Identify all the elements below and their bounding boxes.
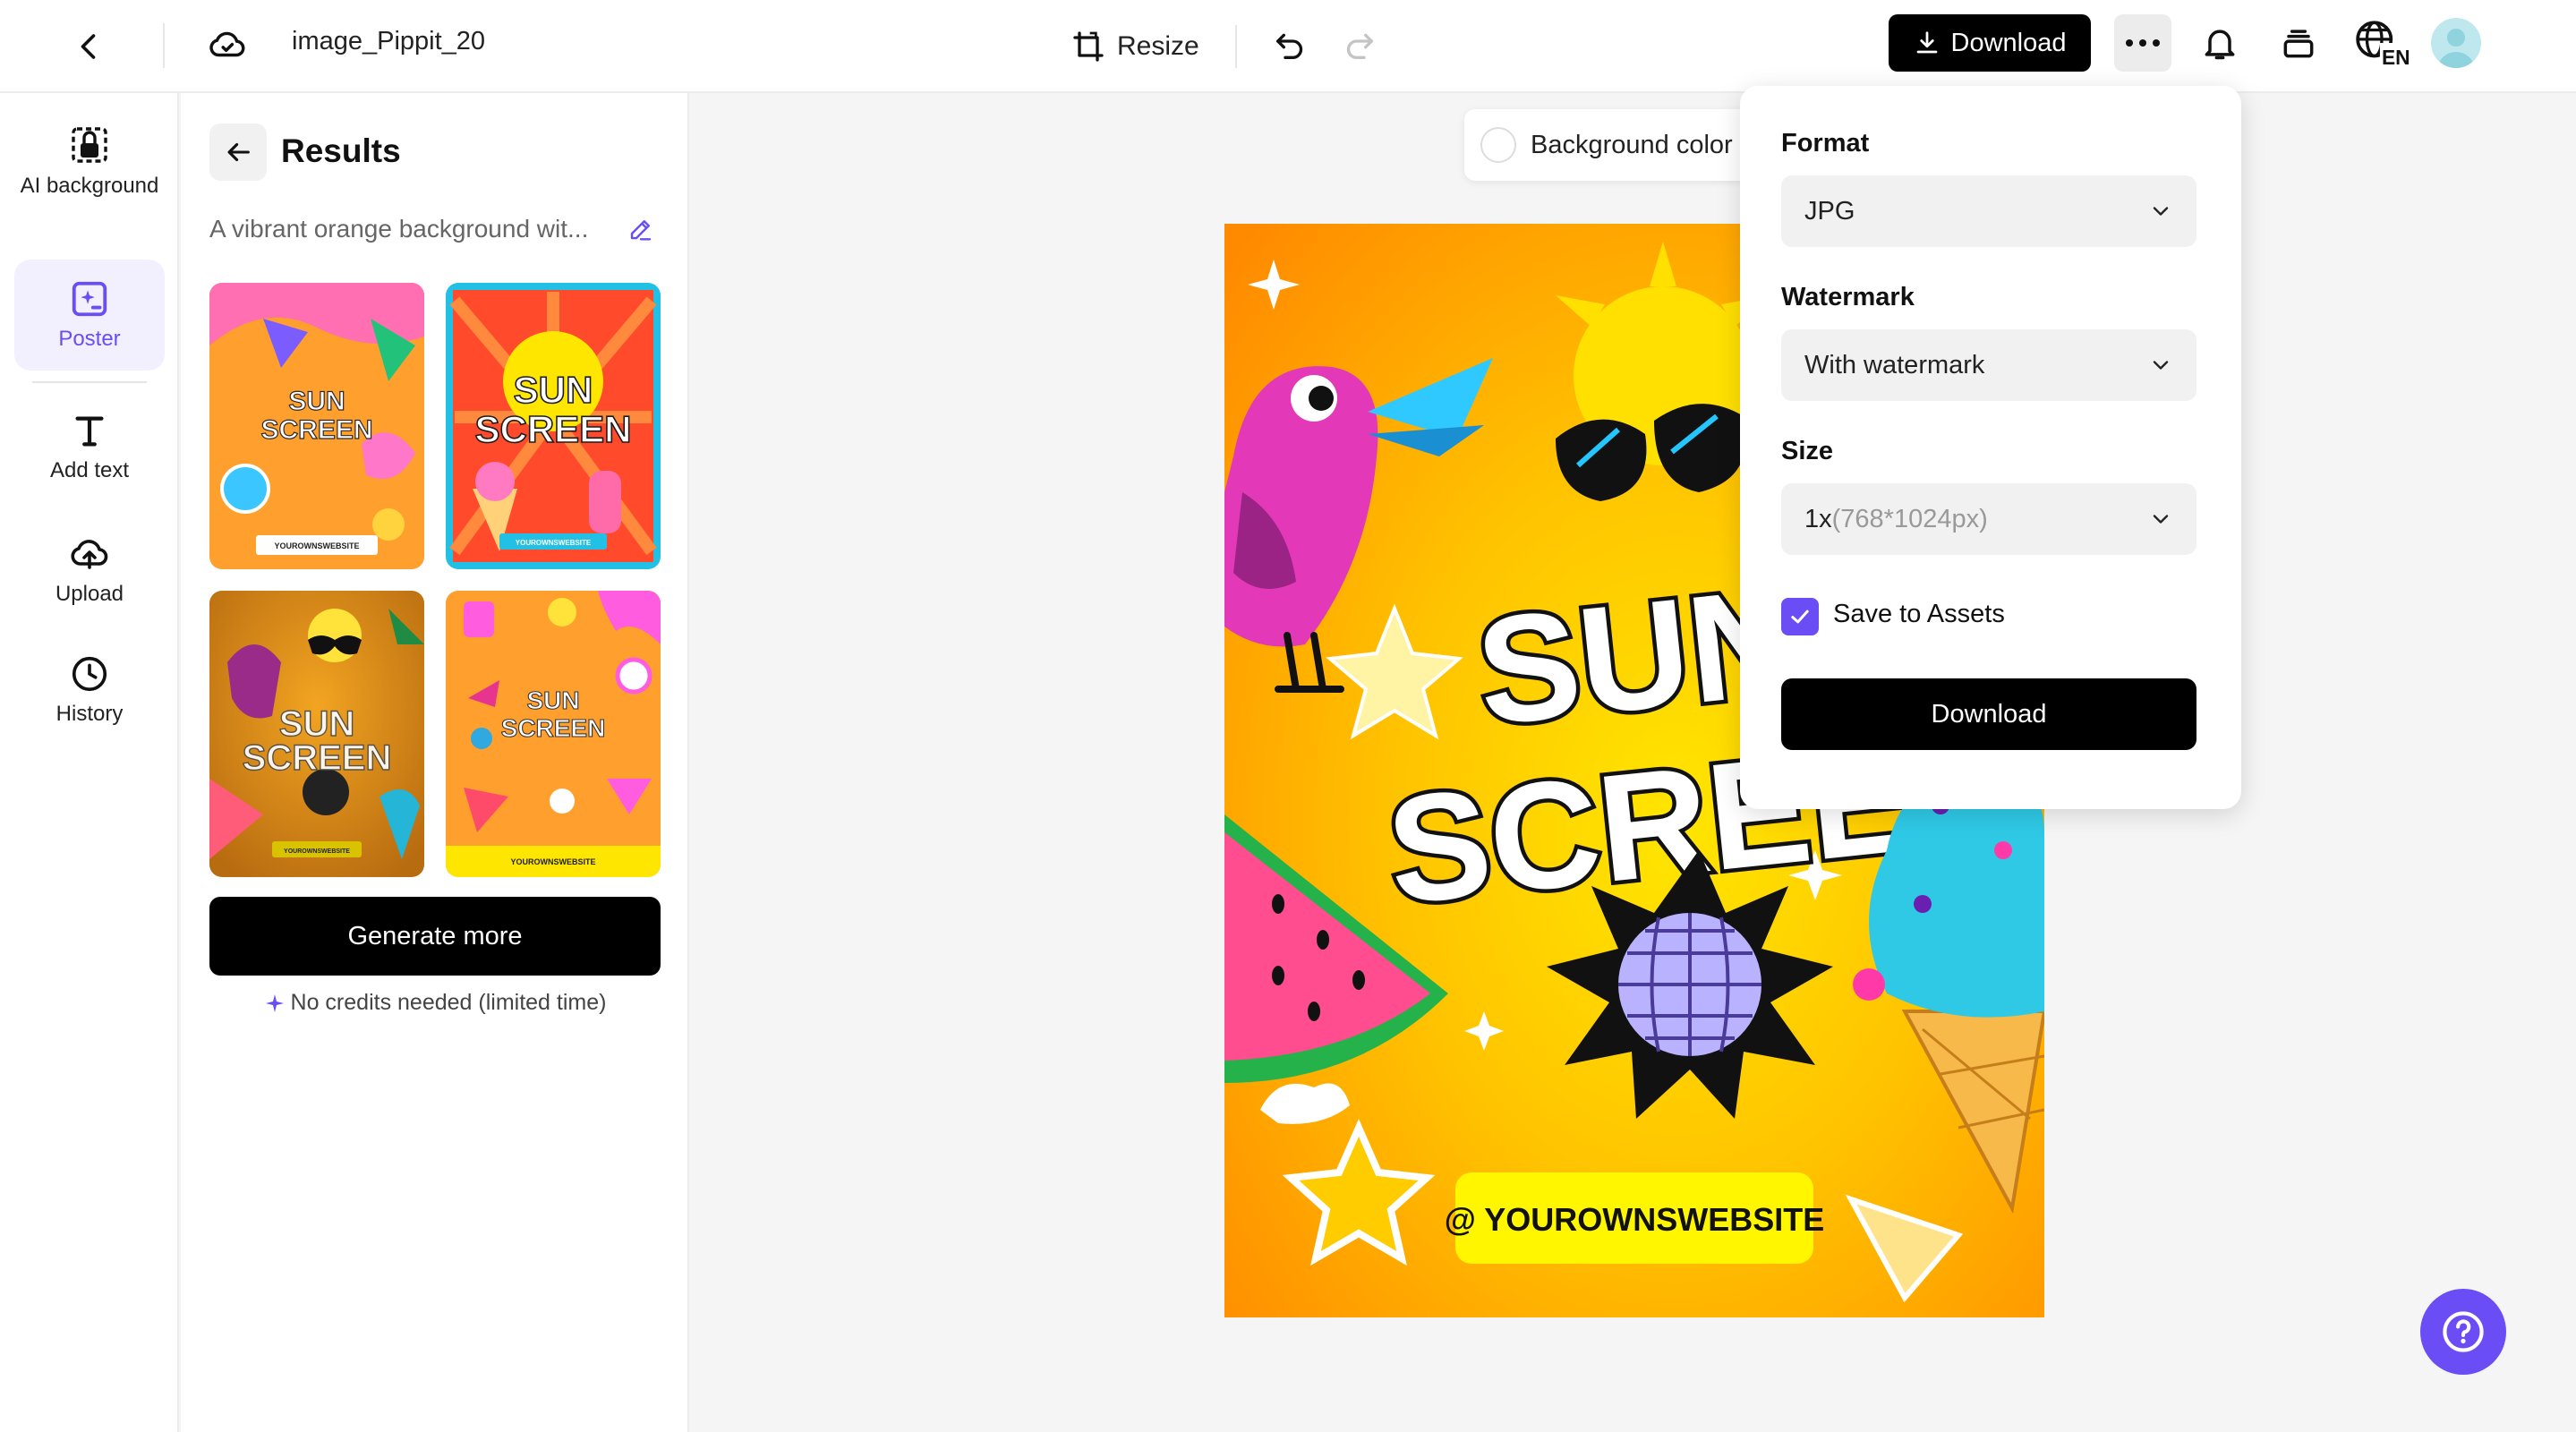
thumb-footer: YOUROWNSWEBSITE	[516, 539, 592, 547]
rail-item-label: Add text	[49, 458, 130, 482]
sparkle-icon	[265, 993, 284, 1012]
poster-website: @ YOUROWNSWEBSITE	[1445, 1201, 1824, 1238]
background-color-label: Background color	[1531, 130, 1733, 159]
background-color-button[interactable]: Background color	[1464, 109, 1760, 181]
text-icon	[75, 416, 104, 447]
format-select[interactable]: JPG	[1781, 175, 2196, 247]
download-label: Download	[1950, 28, 2067, 57]
result-thumbnail-4[interactable]: SUN SCREEN YOUROWNSWEBSITE	[446, 591, 661, 877]
generate-more-button[interactable]: Generate more	[209, 897, 661, 976]
size-label: Size	[1781, 437, 1834, 465]
thumb-footer: YOUROWNSWEBSITE	[510, 857, 595, 866]
cloud-sync-icon[interactable]	[202, 20, 252, 70]
format-label: Format	[1781, 129, 1870, 158]
rail-item-ai-background[interactable]: AI background	[14, 124, 165, 199]
thumb-title-line2: SCREEN	[243, 738, 392, 778]
arrow-left-icon	[227, 142, 250, 162]
save-to-assets-label[interactable]: Save to Assets	[1833, 600, 2005, 629]
redo-icon[interactable]	[1334, 20, 1386, 72]
thumb-title-line2: SCREEN	[260, 415, 372, 445]
avatar[interactable]	[2431, 18, 2481, 68]
help-icon	[2443, 1311, 2484, 1352]
format-value: JPG	[1804, 196, 1855, 226]
results-back-button[interactable]	[209, 124, 267, 181]
save-to-assets-checkbox[interactable]	[1781, 598, 1819, 635]
thumb-title-line2: SCREEN	[501, 714, 606, 742]
results-panel: Results A vibrant orange background wit.…	[181, 93, 689, 1432]
result-thumbnail-1[interactable]: SUN SCREEN YOUROWNSWEBSITE	[209, 283, 424, 569]
upload-icon	[71, 540, 108, 569]
left-tool-rail: AI background Poster Add text Upload His…	[0, 93, 179, 1432]
rail-divider	[32, 381, 147, 383]
resize-icon	[1073, 31, 1104, 62]
thumb-footer: YOUROWNSWEBSITE	[274, 541, 359, 550]
thumb-title-line2: SCREEN	[474, 408, 631, 450]
resize-button[interactable]: Resize	[1070, 21, 1199, 72]
edit-prompt-icon[interactable]	[623, 211, 659, 247]
rail-item-label: Upload	[55, 582, 124, 606]
chevron-down-icon	[2153, 515, 2169, 524]
notification-bell-icon[interactable]	[2193, 16, 2247, 70]
layers-icon[interactable]	[2272, 16, 2325, 70]
download-icon	[1916, 31, 1937, 54]
chevron-down-icon	[2153, 207, 2169, 216]
result-thumbnail-3[interactable]: SUN SCREEN YOUROWNSWEBSITE	[209, 591, 424, 877]
language-code: EN	[2382, 46, 2410, 68]
download-options-panel: Format JPG Watermark With watermark Size…	[1740, 86, 2241, 809]
file-name[interactable]: image_Pippit_20	[292, 27, 485, 56]
thumb-title-line1: SUN	[288, 387, 345, 416]
size-value-main: 1x	[1804, 504, 1832, 533]
rail-item-history[interactable]: History	[14, 653, 165, 727]
watermark-label: Watermark	[1781, 283, 1915, 311]
download-button[interactable]: Download	[1889, 14, 2091, 72]
result-thumbnail-2[interactable]: SUN SCREEN YOUROWNSWEBSITE	[446, 283, 661, 569]
watermark-value: With watermark	[1804, 350, 1985, 379]
top-bar: image_Pippit_20 Resize Download EN	[0, 0, 2576, 93]
app-root: image_Pippit_20 Resize Download EN AI ba…	[0, 0, 2576, 1432]
checkmark-icon	[1791, 609, 1809, 624]
resize-label: Resize	[1117, 31, 1199, 61]
confirm-download-button[interactable]: Download	[1781, 678, 2196, 750]
thumb-title-line1: SUN	[514, 369, 593, 411]
poster-icon	[72, 281, 107, 317]
credits-note: No credits needed (limited time)	[209, 990, 661, 1016]
more-options-button[interactable]	[2114, 14, 2171, 72]
thumb-title-line1: SUN	[526, 686, 579, 714]
rail-item-upload[interactable]: Upload	[14, 532, 165, 607]
help-button[interactable]	[2420, 1289, 2506, 1375]
rail-item-label: Poster	[58, 327, 121, 351]
prompt-text: A vibrant orange background wit...	[209, 215, 589, 243]
color-swatch	[1480, 127, 1516, 163]
undo-icon[interactable]	[1264, 20, 1316, 72]
ai-background-icon	[72, 127, 107, 163]
results-title: Results	[281, 132, 401, 169]
rail-item-label: History	[55, 702, 124, 726]
history-icon	[72, 656, 107, 692]
rail-item-label: AI background	[20, 174, 159, 198]
watermark-select[interactable]: With watermark	[1781, 329, 2196, 401]
chevron-down-icon	[2153, 361, 2169, 370]
size-value-detail: (768*1024px)	[1831, 504, 1988, 533]
thumb-footer: YOUROWNSWEBSITE	[284, 848, 350, 855]
rail-item-add-text[interactable]: Add text	[14, 410, 165, 483]
toolbar-divider	[163, 23, 165, 68]
size-select[interactable]: 1x (768*1024px)	[1781, 483, 2196, 555]
credits-note-text: No credits needed (limited time)	[290, 990, 607, 1015]
back-icon[interactable]	[64, 21, 115, 72]
toolbar-divider	[1235, 25, 1237, 68]
language-globe-icon[interactable]: EN	[2350, 16, 2413, 70]
rail-item-poster[interactable]: Poster	[14, 260, 165, 371]
